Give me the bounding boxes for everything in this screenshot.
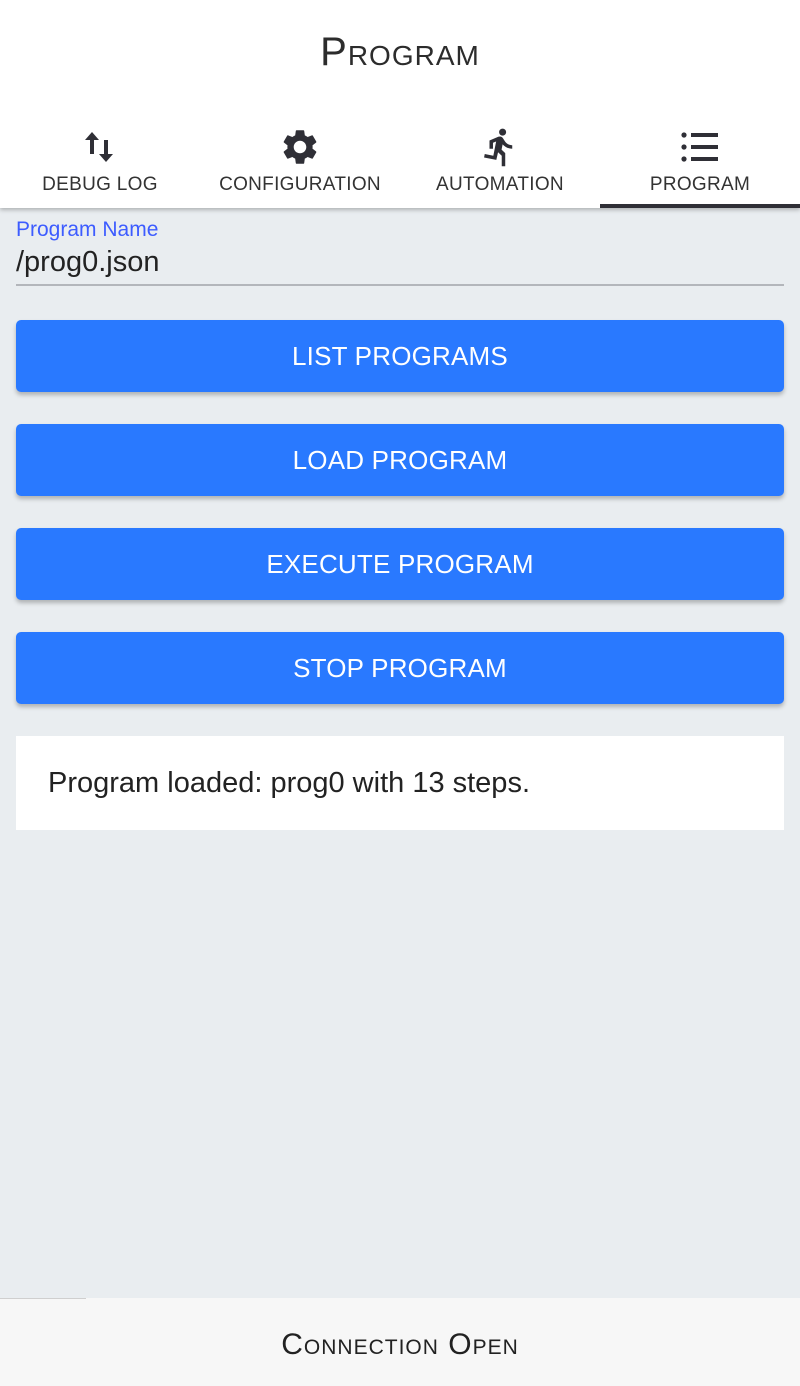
connection-footer: Connection Open bbox=[0, 1298, 800, 1386]
tab-debug-log[interactable]: DEBUG LOG bbox=[0, 116, 200, 208]
app-root: Program DEBUG LOG CONFIGURATION AUTOMATI… bbox=[0, 0, 800, 1386]
tab-label: DEBUG LOG bbox=[42, 174, 158, 195]
page-title: Program bbox=[320, 30, 480, 74]
program-name-label: Program Name bbox=[16, 218, 159, 241]
connection-status: Connection Open bbox=[281, 1328, 519, 1361]
status-message: Program loaded: prog0 with 13 steps. bbox=[48, 767, 530, 799]
tab-configuration[interactable]: CONFIGURATION bbox=[200, 116, 400, 208]
tab-bar: DEBUG LOG CONFIGURATION AUTOMATION PROGR… bbox=[0, 116, 800, 208]
stop-program-button[interactable]: STOP PROGRAM bbox=[16, 632, 784, 704]
tab-label: CONFIGURATION bbox=[219, 174, 381, 195]
gear-icon bbox=[279, 126, 321, 168]
tab-program[interactable]: PROGRAM bbox=[600, 116, 800, 208]
tab-label: PROGRAM bbox=[649, 174, 751, 195]
status-card: Program loaded: prog0 with 13 steps. bbox=[16, 736, 784, 830]
footer-divider bbox=[0, 1298, 86, 1299]
execute-program-button[interactable]: EXECUTE PROGRAM bbox=[16, 528, 784, 600]
running-person-icon bbox=[479, 126, 521, 168]
load-program-button[interactable]: LOAD PROGRAM bbox=[16, 424, 784, 496]
app-header: Program DEBUG LOG CONFIGURATION AUTOMATI… bbox=[0, 0, 800, 208]
swap-vertical-icon bbox=[79, 126, 121, 168]
program-name-field: Program Name bbox=[16, 216, 784, 286]
tab-automation[interactable]: AUTOMATION bbox=[400, 116, 600, 208]
tab-label: AUTOMATION bbox=[436, 174, 564, 195]
list-icon bbox=[679, 126, 721, 168]
program-name-input[interactable] bbox=[16, 244, 784, 280]
list-programs-button[interactable]: LIST PROGRAMS bbox=[16, 320, 784, 392]
